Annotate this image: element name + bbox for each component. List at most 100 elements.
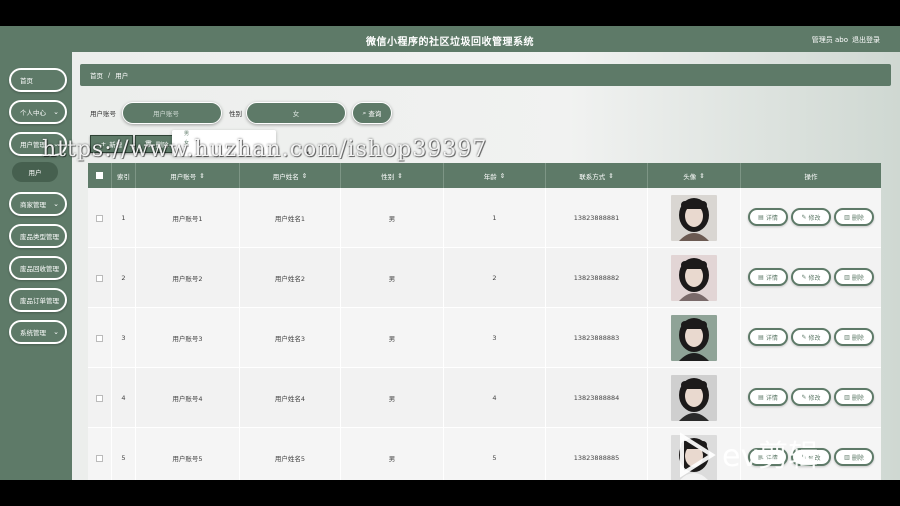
edit-button[interactable]: ✎ 修改 [791, 388, 831, 406]
row-account: 用户账号1 [136, 188, 240, 248]
detail-icon: ▤ [758, 213, 764, 221]
sort-icon: ⇕ [499, 171, 506, 180]
chevron-down-icon: ⌄ [53, 200, 59, 208]
sidebar-item-waste-type[interactable]: 废品类型管理 [9, 224, 67, 248]
row-gender: 男 [341, 188, 444, 248]
table-row[interactable]: 1 用户账号1 用户姓名1 男 1 13823888881 ▤ 详情 ✎ 修改 ▥ 删… [88, 188, 881, 248]
sidebar-item-label: 首页 [20, 77, 33, 85]
query-button-label: 查询 [368, 110, 382, 118]
gender-select[interactable]: 女 [246, 102, 346, 124]
header-avatar[interactable]: 头像 ⇕ [648, 163, 741, 188]
sidebar-item-home[interactable]: 首页 [9, 68, 67, 92]
detail-button-label: 详情 [765, 214, 778, 222]
sidebar-item-label: 商家管理 [20, 201, 46, 209]
row-select-cell [88, 428, 112, 480]
edit-icon: ✎ [801, 273, 807, 281]
current-user[interactable]: 管理员 abo [812, 35, 848, 45]
edit-button[interactable]: ✎ 修改 [791, 328, 831, 346]
edit-button-label: 修改 [808, 274, 821, 282]
sidebar-item-label: 个人中心 [20, 109, 46, 117]
row-age: 1 [444, 188, 546, 248]
search-icon: ⌕ [362, 108, 367, 117]
sidebar: 首页 个人中心 ⌄ 用户管理 ⌄ 用户 商家管理 ⌄ 废品类型管理 废品回收管理 废品… [0, 52, 72, 480]
row-name: 用户姓名5 [240, 428, 341, 480]
header-label: 用户账号 [170, 172, 197, 181]
detail-button-label: 详情 [765, 334, 778, 342]
sidebar-subitem-user[interactable]: 用户 [12, 162, 58, 182]
user-avatar[interactable] [671, 375, 717, 421]
sidebar-item-merchant-management[interactable]: 商家管理 ⌄ [9, 192, 67, 216]
detail-button[interactable]: ▤ 详情 [748, 328, 788, 346]
detail-button-label: 详情 [765, 394, 778, 402]
user-avatar[interactable] [671, 195, 717, 241]
user-avatar[interactable] [671, 255, 717, 301]
header-label: 用户姓名 [272, 172, 299, 181]
row-checkbox[interactable] [96, 454, 103, 462]
row-phone: 13823888881 [546, 188, 648, 248]
user-avatar[interactable] [671, 315, 717, 361]
sidebar-item-profile[interactable]: 个人中心 ⌄ [9, 100, 67, 124]
row-select-cell [88, 368, 112, 428]
breadcrumb-separator: / [108, 71, 111, 79]
header-name[interactable]: 用户姓名 ⇕ [240, 163, 341, 188]
header-gender[interactable]: 性别 ⇕ [341, 163, 444, 188]
delete-button[interactable]: ▥ 删除 [834, 388, 874, 406]
row-index: 1 [112, 188, 136, 248]
app-title: 微信小程序的社区垃圾回收管理系统 [366, 37, 534, 48]
delete-button[interactable]: ▥ 删除 [834, 268, 874, 286]
query-button[interactable]: ⌕ 查询 [352, 102, 392, 124]
row-gender: 男 [341, 368, 444, 428]
edit-button[interactable]: ✎ 修改 [791, 268, 831, 286]
delete-button[interactable]: ▥ 删除 [834, 208, 874, 226]
delete-button-label: 删除 [851, 334, 864, 342]
account-search-input[interactable]: 用户账号 [122, 102, 222, 124]
sidebar-item-waste-order[interactable]: 废品订单管理 [9, 288, 67, 312]
header-select-all[interactable] [88, 163, 112, 188]
detail-button[interactable]: ▤ 详情 [748, 268, 788, 286]
row-checkbox[interactable] [96, 334, 103, 342]
table-row[interactable]: 4 用户账号4 用户姓名4 男 4 13823888884 ▤ 详情 ✎ 修改 ▥ 删… [88, 368, 881, 428]
row-avatar-cell [648, 368, 741, 428]
row-account: 用户账号4 [136, 368, 240, 428]
header-age[interactable]: 年龄 ⇕ [444, 163, 546, 188]
delete-button-label: 删除 [851, 274, 864, 282]
delete-button[interactable]: ▥ 删除 [834, 328, 874, 346]
select-all-checkbox[interactable] [96, 172, 103, 179]
sidebar-item-label: 系统管理 [20, 329, 46, 337]
row-select-cell [88, 248, 112, 308]
row-checkbox[interactable] [96, 214, 103, 222]
table-row[interactable]: 2 用户账号2 用户姓名2 男 2 13823888882 ▤ 详情 ✎ 修改 ▥ 删… [88, 248, 881, 308]
row-phone: 13823888884 [546, 368, 648, 428]
trash-icon: ▥ [844, 213, 850, 221]
gender-search-label: 性别 [229, 110, 242, 118]
detail-button[interactable]: ▤ 详情 [748, 208, 788, 226]
chevron-down-icon: ⌄ [53, 108, 59, 116]
row-avatar-cell [648, 248, 741, 308]
row-select-cell [88, 188, 112, 248]
table-row[interactable]: 3 用户账号3 用户姓名3 男 3 13823888883 ▤ 详情 ✎ 修改 ▥ 删… [88, 308, 881, 368]
ev-logo-icon: ev剪辑 [680, 432, 818, 478]
row-checkbox[interactable] [96, 274, 103, 282]
header-phone[interactable]: 联系方式 ⇕ [546, 163, 648, 188]
edit-button[interactable]: ✎ 修改 [791, 208, 831, 226]
row-age: 2 [444, 248, 546, 308]
breadcrumb-home[interactable]: 首页 [90, 70, 103, 80]
sidebar-item-waste-recycle[interactable]: 废品回收管理 [9, 256, 67, 280]
row-index: 3 [112, 308, 136, 368]
logout-link[interactable]: 退出登录 [852, 35, 880, 45]
row-checkbox[interactable] [96, 394, 103, 402]
letterbox-bottom [0, 480, 900, 506]
detail-button[interactable]: ▤ 详情 [748, 388, 788, 406]
delete-button-label: 删除 [851, 394, 864, 402]
detail-icon: ▤ [758, 393, 764, 401]
detail-icon: ▤ [758, 273, 764, 281]
header-label: 年龄 [483, 172, 497, 181]
sidebar-item-system[interactable]: 系统管理 ⌄ [9, 320, 67, 344]
row-account: 用户账号2 [136, 248, 240, 308]
row-select-cell [88, 308, 112, 368]
header-label: 性别 [381, 172, 395, 181]
sort-icon: ⇕ [608, 171, 614, 180]
header-account[interactable]: 用户账号 ⇕ [136, 163, 240, 188]
edit-button-label: 修改 [808, 334, 821, 342]
ev-logo-text: ev剪辑 [722, 439, 818, 474]
